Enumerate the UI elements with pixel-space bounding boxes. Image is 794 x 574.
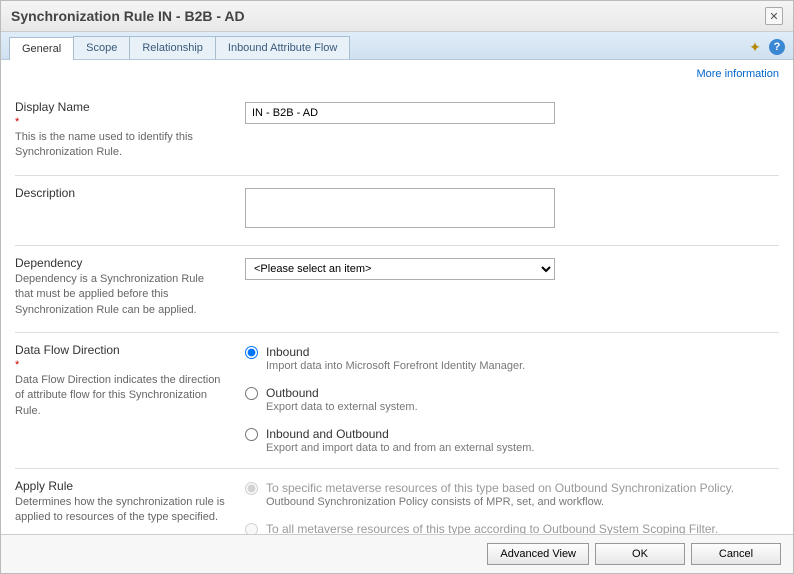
- display-name-desc: This is the name used to identify this S…: [15, 131, 193, 158]
- description-input[interactable]: [245, 188, 555, 228]
- radio-both-desc: Export and import data to and from an ex…: [266, 442, 534, 454]
- dependency-select[interactable]: <Please select an item>: [245, 258, 555, 280]
- tab-scope[interactable]: Scope: [73, 36, 130, 59]
- radio-both[interactable]: Inbound and Outbound Export and import d…: [245, 427, 779, 454]
- tabbar: General Scope Relationship Inbound Attri…: [1, 32, 793, 60]
- radio-specific-desc: Outbound Synchronization Policy consists…: [266, 496, 734, 508]
- apply-rule-label: Apply Rule: [15, 479, 225, 493]
- description-label: Description: [15, 186, 225, 200]
- required-marker: *: [15, 116, 225, 128]
- field-display-name: Display Name * This is the name used to …: [15, 90, 779, 176]
- radio-both-label: Inbound and Outbound: [266, 427, 534, 441]
- more-information-link[interactable]: More information: [696, 68, 779, 80]
- titlebar: Synchronization Rule IN - B2B - AD ✕: [1, 1, 793, 32]
- radio-all-resources: To all metaverse resources of this type …: [245, 522, 779, 534]
- tab-general[interactable]: General: [9, 37, 74, 60]
- display-name-label: Display Name: [15, 100, 225, 114]
- radio-outbound-label: Outbound: [266, 386, 418, 400]
- radio-inbound-input[interactable]: [245, 346, 258, 359]
- help-icon[interactable]: ?: [769, 39, 785, 55]
- radio-specific-resources: To specific metaverse resources of this …: [245, 481, 779, 508]
- radio-both-input[interactable]: [245, 428, 258, 441]
- advanced-view-button[interactable]: Advanced View: [487, 543, 589, 565]
- radio-all-input: [245, 523, 258, 534]
- required-marker: *: [15, 359, 225, 371]
- close-button[interactable]: ✕: [765, 7, 783, 25]
- dependency-desc: Dependency is a Synchronization Rule tha…: [15, 273, 204, 316]
- field-flow-direction: Data Flow Direction * Data Flow Directio…: [15, 333, 779, 469]
- radio-outbound-desc: Export data to external system.: [266, 401, 418, 413]
- tab-inbound-attribute-flow[interactable]: Inbound Attribute Flow: [215, 36, 350, 59]
- sync-rule-dialog: Synchronization Rule IN - B2B - AD ✕ Gen…: [0, 0, 794, 574]
- content-panel: More information Display Name * This is …: [1, 60, 793, 534]
- field-dependency: Dependency Dependency is a Synchronizati…: [15, 246, 779, 333]
- radio-specific-label: To specific metaverse resources of this …: [266, 481, 734, 495]
- radio-outbound[interactable]: Outbound Export data to external system.: [245, 386, 779, 413]
- radio-inbound-label: Inbound: [266, 345, 525, 359]
- tabbar-actions: ✦ ?: [747, 39, 785, 59]
- ok-button[interactable]: OK: [595, 543, 685, 565]
- dialog-title: Synchronization Rule IN - B2B - AD: [11, 8, 245, 24]
- flow-direction-label: Data Flow Direction: [15, 343, 225, 357]
- field-apply-rule: Apply Rule Determines how the synchroniz…: [15, 469, 779, 534]
- more-info-row: More information: [15, 66, 779, 90]
- display-name-input[interactable]: [245, 102, 555, 124]
- radio-specific-input: [245, 482, 258, 495]
- new-icon[interactable]: ✦: [747, 39, 763, 55]
- tab-relationship[interactable]: Relationship: [129, 36, 216, 59]
- radio-outbound-input[interactable]: [245, 387, 258, 400]
- field-description: Description: [15, 176, 779, 246]
- apply-rule-desc: Determines how the synchronization rule …: [15, 496, 225, 523]
- radio-inbound-desc: Import data into Microsoft Forefront Ide…: [266, 360, 525, 372]
- footer: Advanced View OK Cancel: [1, 534, 793, 573]
- radio-all-label: To all metaverse resources of this type …: [266, 522, 718, 534]
- close-icon: ✕: [769, 10, 778, 23]
- cancel-button[interactable]: Cancel: [691, 543, 781, 565]
- dependency-label: Dependency: [15, 256, 225, 270]
- radio-inbound[interactable]: Inbound Import data into Microsoft Foref…: [245, 345, 779, 372]
- flow-direction-desc: Data Flow Direction indicates the direct…: [15, 374, 220, 417]
